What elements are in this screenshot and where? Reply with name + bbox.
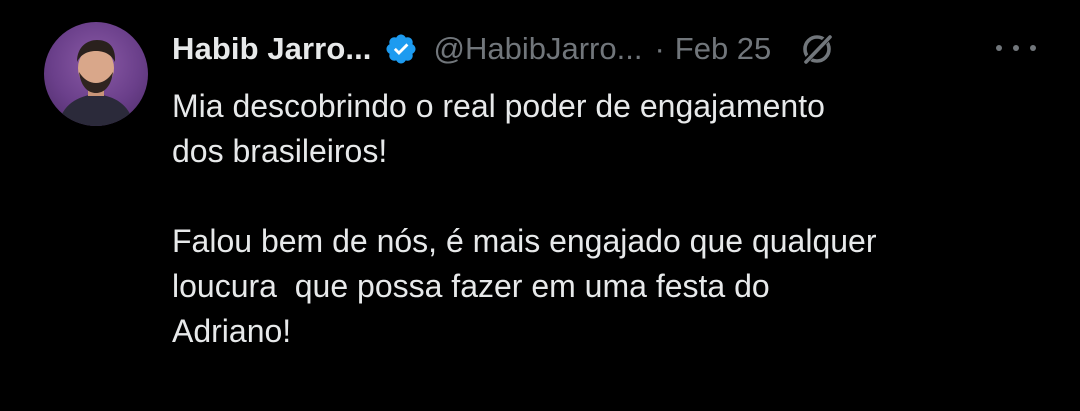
- tweet-text-line: dos brasileiros!: [172, 133, 388, 169]
- tweet-date[interactable]: Feb 25: [675, 31, 772, 67]
- more-options-icon[interactable]: [996, 34, 1036, 62]
- avatar[interactable]: [44, 22, 148, 126]
- tweet-text: Mia descobrindo o real poder de engajame…: [172, 84, 1052, 354]
- tweet[interactable]: Habib Jarro... @HabibJarro... · Feb 25 M…: [0, 0, 1080, 411]
- more-dot: [1030, 45, 1036, 51]
- grok-icon[interactable]: [797, 29, 837, 69]
- avatar-image: [58, 40, 134, 126]
- more-dot: [1013, 45, 1019, 51]
- tweet-text-line: Falou bem de nós, é mais engajado que qu…: [172, 223, 877, 259]
- author-handle[interactable]: @HabibJarro...: [434, 31, 643, 67]
- tweet-text-line: loucura que possa fazer em uma festa do: [172, 268, 770, 304]
- tweet-header: Habib Jarro... @HabibJarro... · Feb 25: [172, 22, 1052, 76]
- tweet-text-line: Adriano!: [172, 313, 292, 349]
- more-dot: [996, 45, 1002, 51]
- verified-badge-icon[interactable]: [384, 32, 418, 66]
- separator-dot: ·: [654, 31, 665, 66]
- tweet-text-line: Mia descobrindo o real poder de engajame…: [172, 88, 825, 124]
- author-name[interactable]: Habib Jarro...: [172, 31, 372, 67]
